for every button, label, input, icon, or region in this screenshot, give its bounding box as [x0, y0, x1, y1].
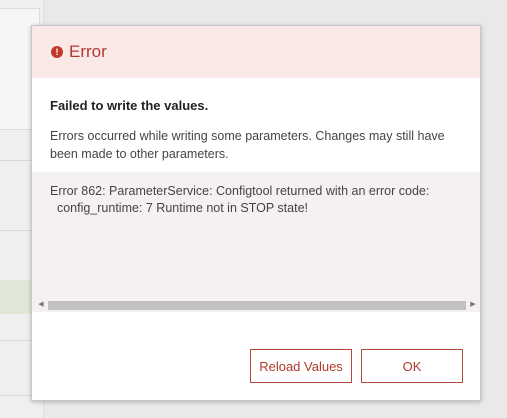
reload-values-button[interactable]: Reload Values: [250, 349, 352, 383]
error-detail-box[interactable]: Error 862: ParameterService: Configtool …: [32, 172, 480, 312]
scroll-right-icon[interactable]: ▶: [468, 300, 478, 310]
message-title: Failed to write the values.: [50, 98, 209, 113]
scroll-left-icon[interactable]: ◀: [36, 300, 46, 310]
dialog-body: Failed to write the values. Errors occur…: [32, 78, 480, 163]
detail-line-1: Error 862: ParameterService: Configtool …: [50, 184, 430, 198]
horizontal-scrollbar[interactable]: ◀ ▶: [36, 300, 478, 310]
message-text: Errors occurred while writing some param…: [50, 129, 445, 161]
error-icon: !: [51, 46, 63, 58]
scrollbar-thumb[interactable]: [48, 301, 466, 310]
dialog-footer: Reload Values OK: [250, 349, 463, 383]
dialog-title: Error: [69, 42, 107, 61]
dialog-header: ! Error: [32, 26, 480, 78]
detail-line-2: config_runtime: 7 Runtime not in STOP st…: [50, 201, 309, 215]
ok-button[interactable]: OK: [361, 349, 463, 383]
scrollbar-track[interactable]: [46, 300, 468, 310]
error-detail-text: Error 862: ParameterService: Configtool …: [32, 172, 480, 217]
error-dialog: ! Error Failed to write the values. Erro…: [31, 25, 481, 401]
